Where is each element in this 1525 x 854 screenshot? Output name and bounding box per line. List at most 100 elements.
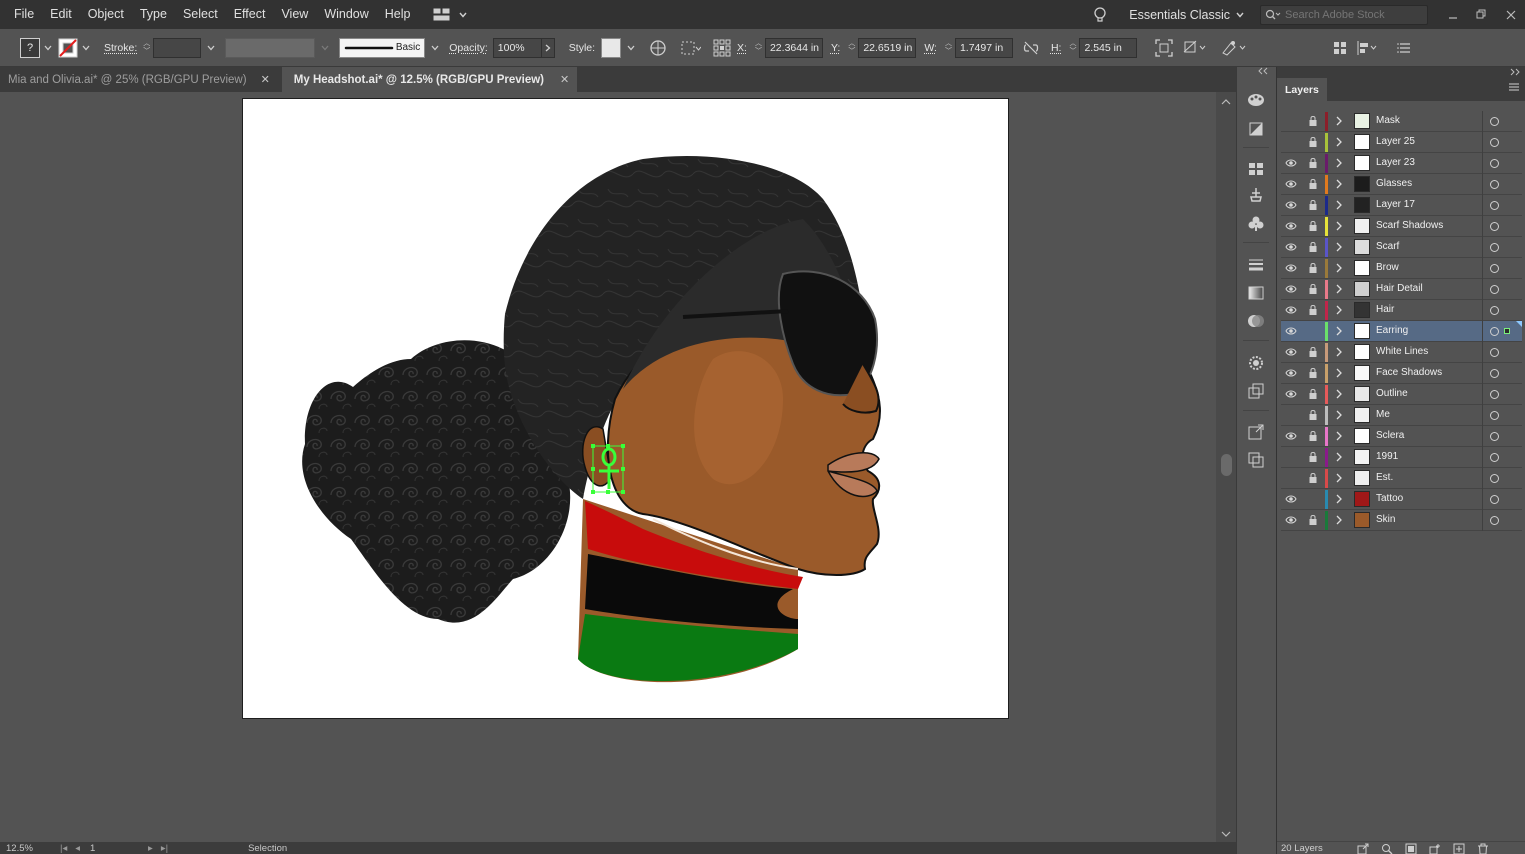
layer-row[interactable]: Mask <box>1281 111 1522 132</box>
lock-icon[interactable] <box>1308 472 1318 484</box>
lock-icon[interactable] <box>1308 199 1318 211</box>
lock-icon[interactable] <box>1308 241 1318 253</box>
eye-icon[interactable] <box>1285 326 1297 336</box>
layer-name[interactable]: Hair <box>1376 304 1394 315</box>
layer-row[interactable]: Layer 25 <box>1281 132 1522 153</box>
link-proportions-icon[interactable] <box>1023 41 1039 55</box>
layer-row[interactable]: Skin <box>1281 510 1522 531</box>
menu-object[interactable]: Object <box>80 0 132 29</box>
layer-name[interactable]: Outline <box>1376 388 1408 399</box>
eye-icon[interactable] <box>1285 263 1297 273</box>
color-guide-icon[interactable] <box>1245 89 1267 111</box>
lock-icon[interactable] <box>1308 388 1318 400</box>
eye-icon[interactable] <box>1285 305 1297 315</box>
target-icon[interactable] <box>1490 390 1499 399</box>
fill-swatch[interactable]: ? <box>20 37 58 58</box>
stock-search-box[interactable] <box>1260 4 1428 25</box>
workspace-switcher[interactable]: Essentials Classic <box>1129 8 1230 22</box>
eye-icon[interactable] <box>1285 515 1297 525</box>
lock-icon[interactable] <box>1308 157 1318 169</box>
lock-icon[interactable] <box>1308 409 1318 421</box>
target-icon[interactable] <box>1490 138 1499 147</box>
chevron-right-icon[interactable] <box>1335 408 1343 422</box>
target-icon[interactable] <box>1490 285 1499 294</box>
target-icon[interactable] <box>1490 432 1499 441</box>
lock-icon[interactable] <box>1308 304 1318 316</box>
chevron-right-icon[interactable] <box>1335 513 1343 527</box>
collapse-dock-icon[interactable] <box>1257 67 1269 75</box>
lock-icon[interactable] <box>1308 346 1318 358</box>
graphic-style-swatch[interactable] <box>601 37 622 58</box>
layer-name[interactable]: Est. <box>1376 472 1393 483</box>
trash-icon[interactable] <box>1477 843 1489 854</box>
lock-icon[interactable] <box>1308 514 1318 526</box>
layer-row[interactable]: Glasses <box>1281 174 1522 195</box>
target-icon[interactable] <box>1490 411 1499 420</box>
gradient-icon[interactable] <box>1245 282 1267 304</box>
isolate-group-icon[interactable] <box>1155 38 1174 57</box>
eye-icon[interactable] <box>1285 368 1297 378</box>
layer-row[interactable]: Layer 17 <box>1281 195 1522 216</box>
menu-type[interactable]: Type <box>132 0 175 29</box>
new-sublayer-icon[interactable] <box>1429 843 1441 854</box>
minimize-button[interactable] <box>1438 0 1467 29</box>
lock-icon[interactable] <box>1308 451 1318 463</box>
target-icon[interactable] <box>1490 369 1499 378</box>
lock-icon[interactable] <box>1308 283 1318 295</box>
layer-name[interactable]: Brow <box>1376 262 1399 273</box>
export-icon[interactable] <box>1245 421 1267 443</box>
restore-button[interactable] <box>1467 0 1496 29</box>
eye-icon[interactable] <box>1285 158 1297 168</box>
layer-row[interactable]: Earring <box>1281 321 1522 342</box>
locate-object-icon[interactable] <box>1381 843 1393 854</box>
layer-name[interactable]: Earring <box>1376 325 1408 336</box>
target-icon[interactable] <box>1490 159 1499 168</box>
chevron-right-icon[interactable] <box>1335 240 1343 254</box>
align-left-icon[interactable] <box>1357 40 1379 55</box>
visibility-toggle[interactable] <box>1285 116 1297 126</box>
layer-name[interactable]: Me <box>1376 409 1390 420</box>
close-icon[interactable]: ✕ <box>261 73 270 86</box>
target-icon[interactable] <box>1490 495 1499 504</box>
lock-toggle[interactable] <box>1308 493 1318 505</box>
stroke-weight-stepper[interactable]: ︿ ﹀ <box>143 40 150 56</box>
puppet-warp-icon[interactable] <box>1221 40 1247 56</box>
x-field[interactable]: 22.3644 in <box>764 37 823 58</box>
close-window-button[interactable] <box>1496 0 1525 29</box>
chevron-right-icon[interactable] <box>1335 387 1343 401</box>
chevron-right-icon[interactable] <box>1335 366 1343 380</box>
first-artboard-icon[interactable]: |◂ <box>60 843 67 854</box>
eye-icon[interactable] <box>1285 347 1297 357</box>
chevron-right-icon[interactable] <box>1335 429 1343 443</box>
y-field[interactable]: 22.6519 in <box>858 37 917 58</box>
scroll-thumb[interactable] <box>1221 454 1232 476</box>
target-icon[interactable] <box>1490 222 1499 231</box>
layer-row[interactable]: Scarf Shadows <box>1281 216 1522 237</box>
stock-search-input[interactable] <box>1285 8 1425 21</box>
opacity-flyout[interactable] <box>540 37 555 58</box>
collect-for-export-icon[interactable] <box>1357 843 1369 854</box>
layer-row[interactable]: Me <box>1281 405 1522 426</box>
target-icon[interactable] <box>1490 516 1499 525</box>
layer-name[interactable]: Layer 23 <box>1376 157 1415 168</box>
eye-icon[interactable] <box>1285 494 1297 504</box>
chevron-down-icon[interactable] <box>321 45 329 51</box>
chevron-down-icon[interactable] <box>431 45 439 51</box>
lock-icon[interactable] <box>1308 136 1318 148</box>
align-icon[interactable] <box>681 41 702 55</box>
chevron-right-icon[interactable] <box>1335 114 1343 128</box>
close-icon[interactable]: ✕ <box>560 73 569 86</box>
brush-definition[interactable]: Basic <box>339 37 426 58</box>
eye-icon[interactable] <box>1285 179 1297 189</box>
chevron-right-icon[interactable] <box>1335 135 1343 149</box>
transform-grid-icon[interactable] <box>713 39 731 57</box>
menu-file[interactable]: File <box>0 0 42 29</box>
target-icon[interactable] <box>1490 243 1499 252</box>
chevron-right-icon[interactable] <box>1335 303 1343 317</box>
new-layer-icon[interactable] <box>1453 843 1465 854</box>
chevron-right-icon[interactable] <box>1335 345 1343 359</box>
chevron-right-icon[interactable] <box>1335 219 1343 233</box>
menu-window[interactable]: Window <box>316 0 376 29</box>
selection-indicator[interactable] <box>1504 328 1510 334</box>
layer-row[interactable]: Hair Detail <box>1281 279 1522 300</box>
